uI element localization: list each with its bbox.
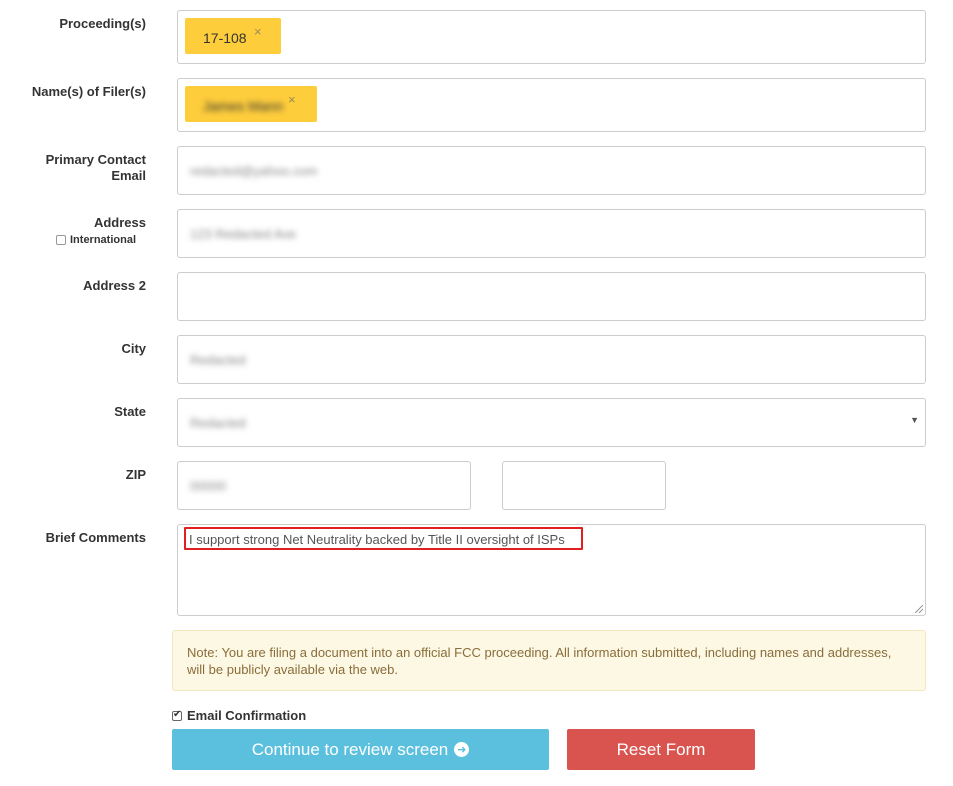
address2-label: Address 2 [83, 278, 146, 293]
city-field[interactable]: Redacted [177, 335, 926, 384]
continue-button[interactable]: Continue to review screen ➜ [172, 729, 549, 770]
international-option[interactable]: International [56, 234, 136, 246]
zip-value: 00000 [190, 478, 227, 493]
state-select[interactable]: Redacted ▼ [177, 398, 926, 447]
proceeding-input[interactable]: 17-108 × [177, 10, 926, 64]
state-value: Redacted [190, 415, 246, 430]
city-value: Redacted [190, 352, 246, 367]
chevron-down-icon: ▼ [910, 415, 919, 425]
address-field[interactable]: 123 Redacted Ave [177, 209, 926, 258]
remove-tag-icon[interactable]: × [288, 92, 296, 107]
email-confirmation-checkbox[interactable] [172, 709, 182, 721]
address-value: 123 Redacted Ave [190, 226, 297, 241]
email-confirmation-label: Email Confirmation [187, 708, 307, 723]
zip-ext-field[interactable] [502, 461, 666, 510]
email-label: Primary Contact Email [0, 152, 146, 184]
notice-box: Note: You are filing a document into an … [172, 630, 926, 691]
reset-button[interactable]: Reset Form [567, 729, 755, 770]
arrow-right-icon: ➜ [454, 742, 470, 757]
email-field[interactable]: redacted@yahoo.com [177, 146, 926, 195]
email-label-line2: Email [111, 168, 146, 183]
continue-button-label: Continue to review screen [251, 739, 449, 759]
reset-button-label: Reset Form [616, 739, 706, 759]
filer-tag: James Mann × [185, 86, 317, 122]
email-label-line1: Primary Contact [45, 152, 146, 167]
filer-input[interactable]: James Mann × [177, 78, 926, 132]
remove-tag-icon[interactable]: × [254, 24, 262, 39]
email-confirmation-option[interactable]: Email Confirmation [172, 708, 306, 723]
state-label: State [114, 404, 146, 419]
address-label: Address [93, 215, 146, 230]
comment-highlight [184, 527, 583, 550]
international-label: International [70, 234, 137, 246]
filer-label: Name(s) of Filer(s) [31, 84, 146, 99]
zip-field[interactable]: 00000 [177, 461, 471, 510]
email-value: redacted@yahoo.com [190, 163, 318, 178]
proceeding-label: Proceeding(s) [59, 16, 146, 31]
filer-tag-text: James Mann [203, 98, 284, 114]
address2-field[interactable] [177, 272, 926, 321]
proceeding-tag-text: 17-108 [203, 30, 247, 46]
comments-label: Brief Comments [45, 530, 146, 545]
international-checkbox[interactable] [56, 235, 66, 245]
resize-handle-icon[interactable] [915, 605, 923, 613]
zip-label: ZIP [125, 467, 146, 482]
proceeding-tag: 17-108 × [185, 18, 281, 54]
city-label: City [121, 341, 146, 356]
